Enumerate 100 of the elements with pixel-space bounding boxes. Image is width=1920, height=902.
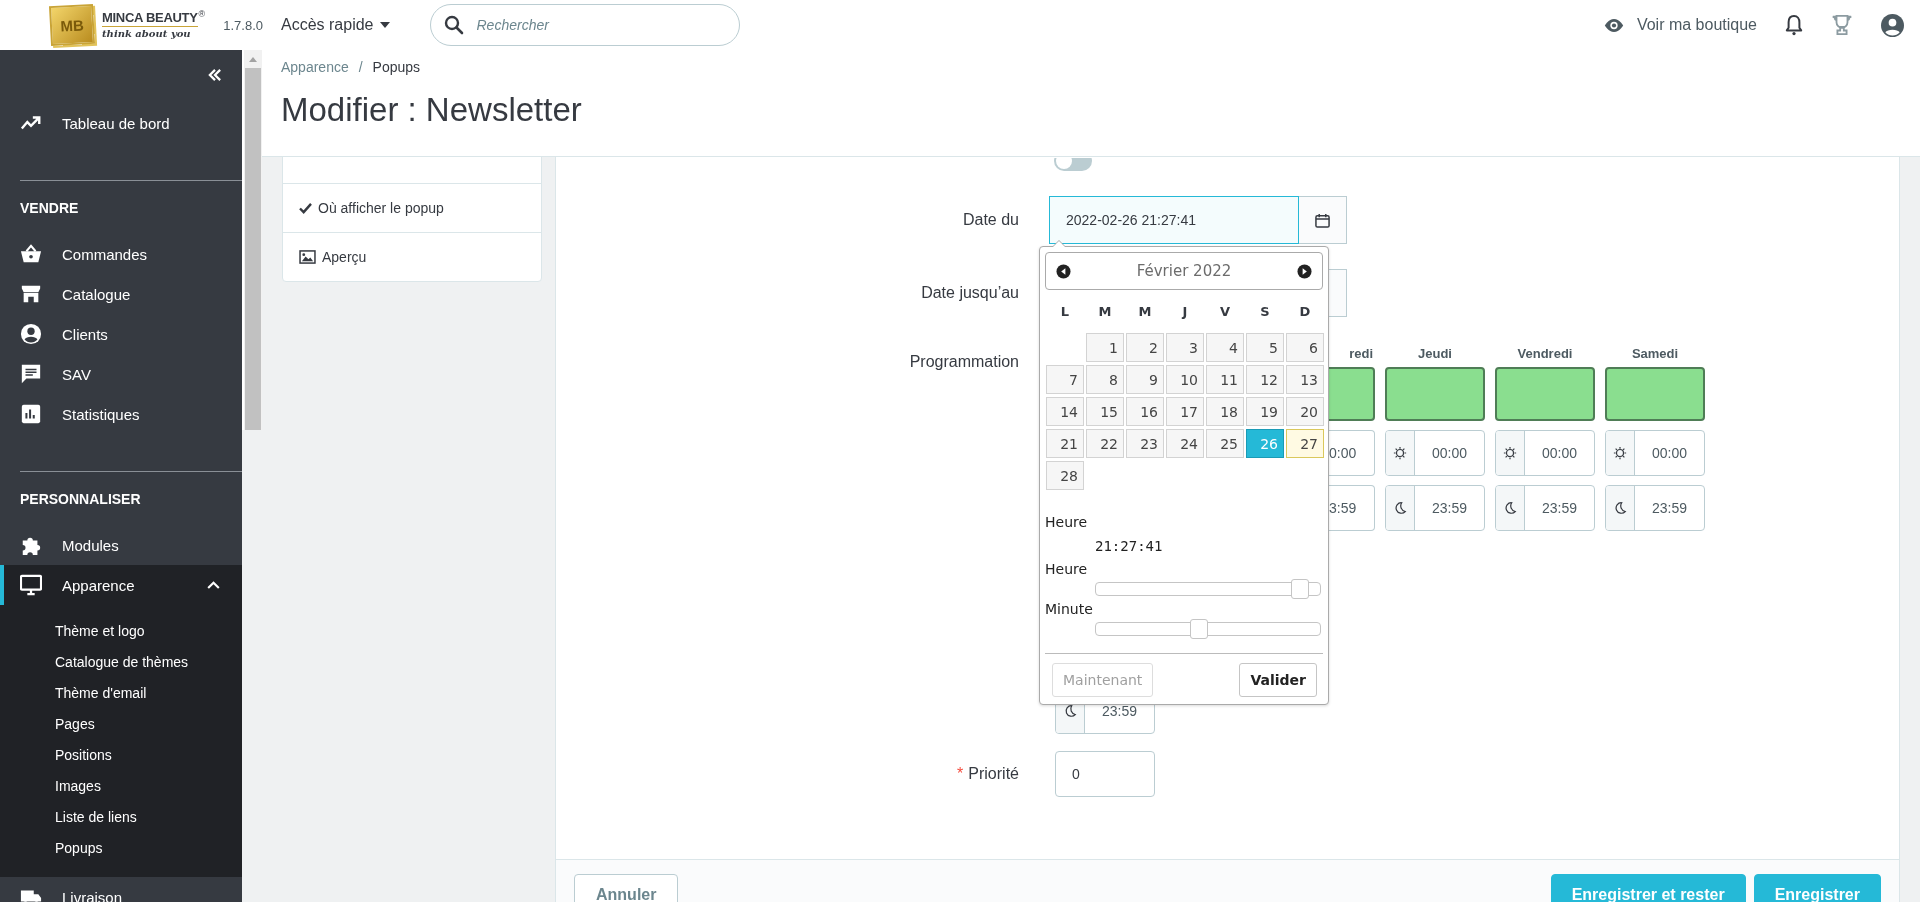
submenu-item[interactable]: Catalogue de thèmes [0, 646, 242, 677]
weekday-label: S [1259, 303, 1271, 319]
weekday-label: J [1180, 303, 1189, 319]
day-cell[interactable]: 21 [1046, 429, 1084, 458]
sidebar-item[interactable]: Commandes [0, 234, 242, 274]
day-cell[interactable]: 5 [1246, 333, 1284, 362]
chat-icon [20, 363, 42, 385]
toggle-switch[interactable] [1054, 158, 1092, 171]
day-cell[interactable]: 2 [1126, 333, 1164, 362]
submenu-item[interactable]: Liste de liens [0, 801, 242, 832]
search-field[interactable]: Rechercher [429, 4, 740, 46]
day-cell[interactable]: 10 [1166, 365, 1204, 394]
day-cell[interactable]: 13 [1286, 365, 1324, 394]
sidebar-item[interactable]: Livraison [0, 877, 242, 902]
required-mark: * [957, 765, 964, 782]
day-cell[interactable]: 25 [1206, 429, 1244, 458]
submenu-item[interactable]: Popups [0, 832, 242, 863]
sidebar-item[interactable]: Apparence [0, 565, 242, 605]
sidebar-item[interactable]: Clients [0, 314, 242, 354]
time-field[interactable]: 23:59 [1385, 485, 1485, 531]
slider-label: Heure [1045, 560, 1089, 579]
sidebar-item[interactable]: Statistiques [0, 394, 242, 434]
user-avatar-icon[interactable] [1881, 13, 1904, 37]
day-cell[interactable]: 7 [1046, 365, 1084, 394]
time-value: 21:27:41 [1094, 537, 1164, 556]
day-cell[interactable]: 22 [1086, 429, 1124, 458]
day-cell[interactable]: 16 [1126, 397, 1164, 426]
day-cell[interactable]: 6 [1286, 333, 1324, 362]
breadcrumb-item[interactable]: Apparence [281, 58, 349, 76]
submenu-item[interactable]: Thème et logo [0, 615, 242, 646]
day-cell[interactable]: 19 [1246, 397, 1284, 426]
day-cell[interactable]: 4 [1206, 333, 1244, 362]
day-cell[interactable]: 14 [1046, 397, 1084, 426]
day-cell[interactable]: 28 [1046, 461, 1084, 490]
bell-icon[interactable] [1785, 14, 1803, 36]
done-button[interactable]: Valider [1239, 663, 1317, 697]
eye-icon [1602, 17, 1625, 33]
sidebar-item[interactable]: Modules [0, 525, 242, 565]
submenu-item[interactable]: Thème d'email [0, 677, 242, 708]
sun-icon [1613, 446, 1627, 460]
time-field[interactable]: 23:59 [1605, 485, 1705, 531]
day-cell[interactable]: 9 [1126, 365, 1164, 394]
sidebar-item[interactable]: Tableau de bord [0, 103, 242, 143]
field-label: * Priorité [957, 765, 1019, 782]
date-input[interactable]: 2022-02-26 21:27:41 [1049, 196, 1299, 244]
day-toggle-box[interactable] [1385, 367, 1485, 421]
weekday-label: V [1218, 303, 1232, 319]
submenu-item[interactable]: Pages [0, 708, 242, 739]
day-cell[interactable]: 23 [1126, 429, 1164, 458]
day-cell[interactable]: 12 [1246, 365, 1284, 394]
trophy-icon[interactable] [1831, 14, 1853, 36]
day-name: redi [1348, 345, 1374, 363]
day-cell[interactable]: 8 [1086, 365, 1124, 394]
view-shop-link[interactable]: Voir ma boutique [1602, 16, 1757, 34]
submenu-item[interactable]: Positions [0, 739, 242, 770]
time-label: Heure [1045, 513, 1089, 532]
day-toggle-box[interactable] [1329, 367, 1375, 421]
sidebar-item[interactable]: Catalogue [0, 274, 242, 314]
day-cell[interactable]: 20 [1286, 397, 1324, 426]
time-field[interactable]: 00:00 [1495, 430, 1595, 476]
day-cell[interactable]: 15 [1086, 397, 1124, 426]
page-title: Modifier : Newsletter [281, 90, 583, 130]
breadcrumb-item: Popups [372, 58, 421, 76]
previous-month-icon[interactable] [1056, 263, 1071, 279]
day-cell[interactable]: 11 [1206, 365, 1244, 394]
cancel-button[interactable]: Annuler [574, 874, 679, 902]
sun-icon [1393, 446, 1407, 460]
logo-tagline: think about you [102, 26, 192, 41]
day-cell[interactable]: 3 [1166, 333, 1204, 362]
slider-thumb[interactable] [1290, 579, 1309, 599]
day-toggle-box[interactable] [1605, 367, 1705, 421]
monitor-icon [20, 574, 42, 596]
time-field[interactable]: 3:59 [1329, 485, 1375, 531]
weekday-label: M [1137, 303, 1153, 319]
priority-input[interactable]: 0 [1055, 751, 1155, 797]
registered-mark: ® [198, 9, 206, 19]
quick-access-dropdown[interactable]: Accès rapide [281, 16, 390, 34]
day-cell[interactable]: 1 [1086, 333, 1124, 362]
time-field[interactable]: 0:00 [1329, 430, 1375, 476]
time-field[interactable]: 23:59 [1495, 485, 1595, 531]
day-cell[interactable]: 17 [1166, 397, 1204, 426]
day-toggle-box[interactable] [1495, 367, 1595, 421]
person-icon [20, 323, 42, 345]
weekday-label: D [1298, 303, 1312, 319]
collapse-icon[interactable] [208, 69, 222, 81]
time-field[interactable]: 00:00 [1605, 430, 1705, 476]
submenu-item[interactable]: Images [0, 770, 242, 801]
day-cell[interactable]: 24 [1166, 429, 1204, 458]
next-month-icon[interactable] [1297, 263, 1312, 279]
day-cell[interactable]: 27 [1286, 429, 1324, 458]
slider-thumb[interactable] [1190, 619, 1209, 639]
chart-icon [20, 403, 42, 425]
day-cell[interactable]: 18 [1206, 397, 1244, 426]
tab-link[interactable]: Où afficher le popup [283, 183, 541, 233]
tab-link[interactable]: Aperçu [283, 233, 541, 281]
time-field[interactable]: 00:00 [1385, 430, 1485, 476]
weekday-label: L [1059, 303, 1071, 319]
calendar-button[interactable] [1299, 196, 1347, 244]
caret-icon [379, 22, 390, 28]
sidebar-item[interactable]: SAV [0, 354, 242, 394]
